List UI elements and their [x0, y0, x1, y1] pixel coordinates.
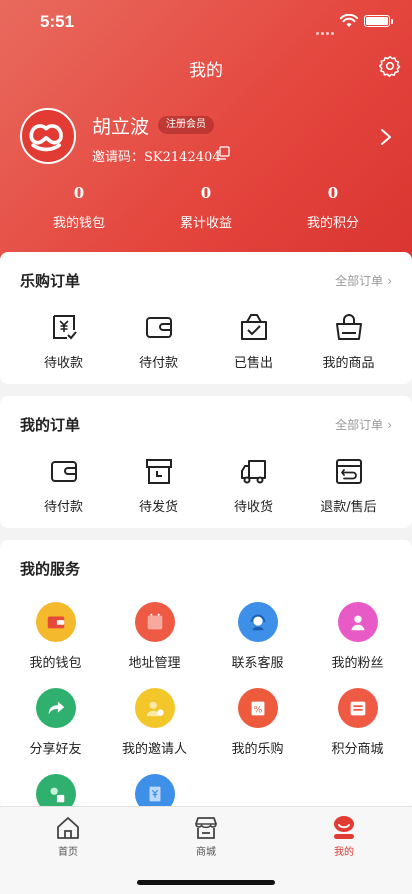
stat-earnings[interactable]: 0 累计收益 [146, 184, 266, 231]
card-title: 乐购订单 [20, 272, 81, 290]
order-pending-payment[interactable]: 待付款 [12, 456, 115, 515]
member-badge: 注册会员 [158, 116, 214, 134]
page-title: 我的 [189, 61, 223, 81]
status-bar: 5:51 [0, 0, 412, 44]
inviter-icon [134, 688, 175, 728]
home-icon [57, 817, 79, 839]
stat-value: 0 [327, 184, 339, 202]
location-icon [134, 602, 175, 642]
legou-orders-card: 乐购订单 全部订单 › 待收款 待付款 已售出 我的商品 [0, 252, 412, 384]
all-orders-link[interactable]: 全部订单 › [335, 272, 392, 289]
user-name: 胡立波 [92, 116, 150, 138]
item-label: 我的商品 [322, 356, 375, 371]
signal-icon [316, 20, 338, 35]
order-pending-delivery[interactable]: 待收货 [202, 456, 305, 515]
all-orders-link[interactable]: 全部订单 › [335, 416, 392, 433]
service-label: 积分商城 [331, 742, 384, 757]
home-indicator [137, 880, 275, 885]
bag-check-icon [240, 314, 267, 340]
item-label: 待付款 [138, 356, 178, 371]
stat-wallet[interactable]: 0 我的钱包 [19, 184, 139, 231]
service-inviter[interactable]: 我的邀请人 [103, 688, 206, 757]
wallet-icon [35, 602, 76, 642]
item-label: 待收货 [233, 500, 273, 515]
card-title: 我的服务 [20, 560, 81, 578]
order-refund[interactable]: 退款/售后 [297, 456, 400, 515]
item-label: 待付款 [43, 500, 83, 515]
legou-pending-payment[interactable]: 待付款 [107, 312, 210, 371]
legou-my-goods[interactable]: 我的商品 [297, 312, 400, 371]
service-fans[interactable]: 我的粉丝 [306, 602, 409, 671]
chevron-right-icon: › [387, 274, 392, 288]
tab-label: 我的 [334, 847, 354, 858]
stat-value: 0 [200, 184, 212, 202]
stat-value: 0 [73, 184, 85, 202]
headset-icon [237, 602, 278, 642]
service-points-mall[interactable]: 积分商城 [306, 688, 409, 757]
brand-logo-icon [22, 110, 71, 159]
profile-card[interactable]: 胡立波 注册会员 邀请码：SK2142404 [20, 108, 400, 168]
tab-home[interactable]: 首页 [28, 815, 108, 858]
invite-label: 邀请码： [92, 150, 145, 165]
service-label: 地址管理 [128, 656, 181, 671]
service-label: 我的邀请人 [121, 742, 187, 757]
service-share[interactable]: 分享好友 [4, 688, 107, 757]
chevron-right-icon: › [387, 418, 392, 432]
copy-icon[interactable] [216, 146, 230, 160]
settings-gear-icon[interactable] [378, 54, 402, 78]
yen-check-icon [52, 315, 77, 340]
service-label: 我的乐购 [231, 742, 284, 757]
services-card: 我的服务 我的钱包 地址管理 联系客服 我的粉丝 分享好友 我的邀请人 % 我的… [0, 540, 412, 814]
stat-label: 我的积分 [306, 216, 359, 231]
legou-sold[interactable]: 已售出 [202, 312, 305, 371]
status-time: 5:51 [40, 12, 75, 31]
tab-store[interactable]: 商城 [166, 815, 246, 858]
invite-code-value: SK2142404 [144, 150, 221, 165]
stat-points[interactable]: 0 我的积分 [273, 184, 393, 231]
wifi-icon [340, 14, 358, 27]
invite-code: 邀请码：SK2142404 [92, 146, 221, 165]
service-wallet[interactable]: 我的钱包 [4, 602, 107, 671]
fans-icon [337, 602, 378, 642]
chevron-right-icon[interactable] [380, 128, 392, 146]
discount-icon: % [237, 688, 278, 728]
share-icon [35, 688, 76, 728]
card-title: 我的订单 [20, 416, 81, 434]
order-pending-shipment[interactable]: 待发货 [107, 456, 210, 515]
item-label: 退款/售后 [320, 500, 377, 515]
wallet-icon [50, 461, 77, 482]
item-label: 待收款 [43, 356, 83, 371]
profile-icon [334, 816, 354, 839]
shopping-bag-icon [335, 314, 362, 340]
svg-text:%: % [253, 705, 262, 716]
item-label: 待发货 [138, 500, 178, 515]
tab-profile[interactable]: 我的 [304, 815, 384, 858]
service-address[interactable]: 地址管理 [103, 602, 206, 671]
stat-label: 累计收益 [179, 216, 232, 231]
legou-pending-receive[interactable]: 待收款 [12, 312, 115, 371]
box-clock-icon [145, 459, 172, 484]
stat-label: 我的钱包 [52, 216, 105, 231]
service-label: 我的钱包 [29, 656, 82, 671]
store-icon [195, 817, 217, 839]
service-label: 分享好友 [29, 742, 82, 757]
service-label: 我的粉丝 [331, 656, 384, 671]
my-orders-card: 我的订单 全部订单 › 待付款 待发货 待收货 退款/售后 [0, 396, 412, 528]
all-orders-label: 全部订单 [335, 274, 384, 288]
stats-row: 0 我的钱包 0 累计收益 0 我的积分 [0, 184, 412, 234]
service-support[interactable]: 联系客服 [206, 602, 309, 671]
return-icon [335, 459, 362, 484]
tab-label: 首页 [58, 847, 78, 858]
avatar[interactable] [20, 108, 76, 164]
all-orders-label: 全部订单 [335, 418, 384, 432]
service-my-legou[interactable]: % 我的乐购 [206, 688, 309, 757]
wallet-icon [145, 317, 172, 338]
points-icon [337, 688, 378, 728]
service-label: 联系客服 [231, 656, 284, 671]
battery-icon [364, 15, 390, 27]
truck-icon [240, 460, 266, 484]
item-label: 已售出 [233, 356, 273, 371]
tab-label: 商城 [196, 847, 216, 858]
